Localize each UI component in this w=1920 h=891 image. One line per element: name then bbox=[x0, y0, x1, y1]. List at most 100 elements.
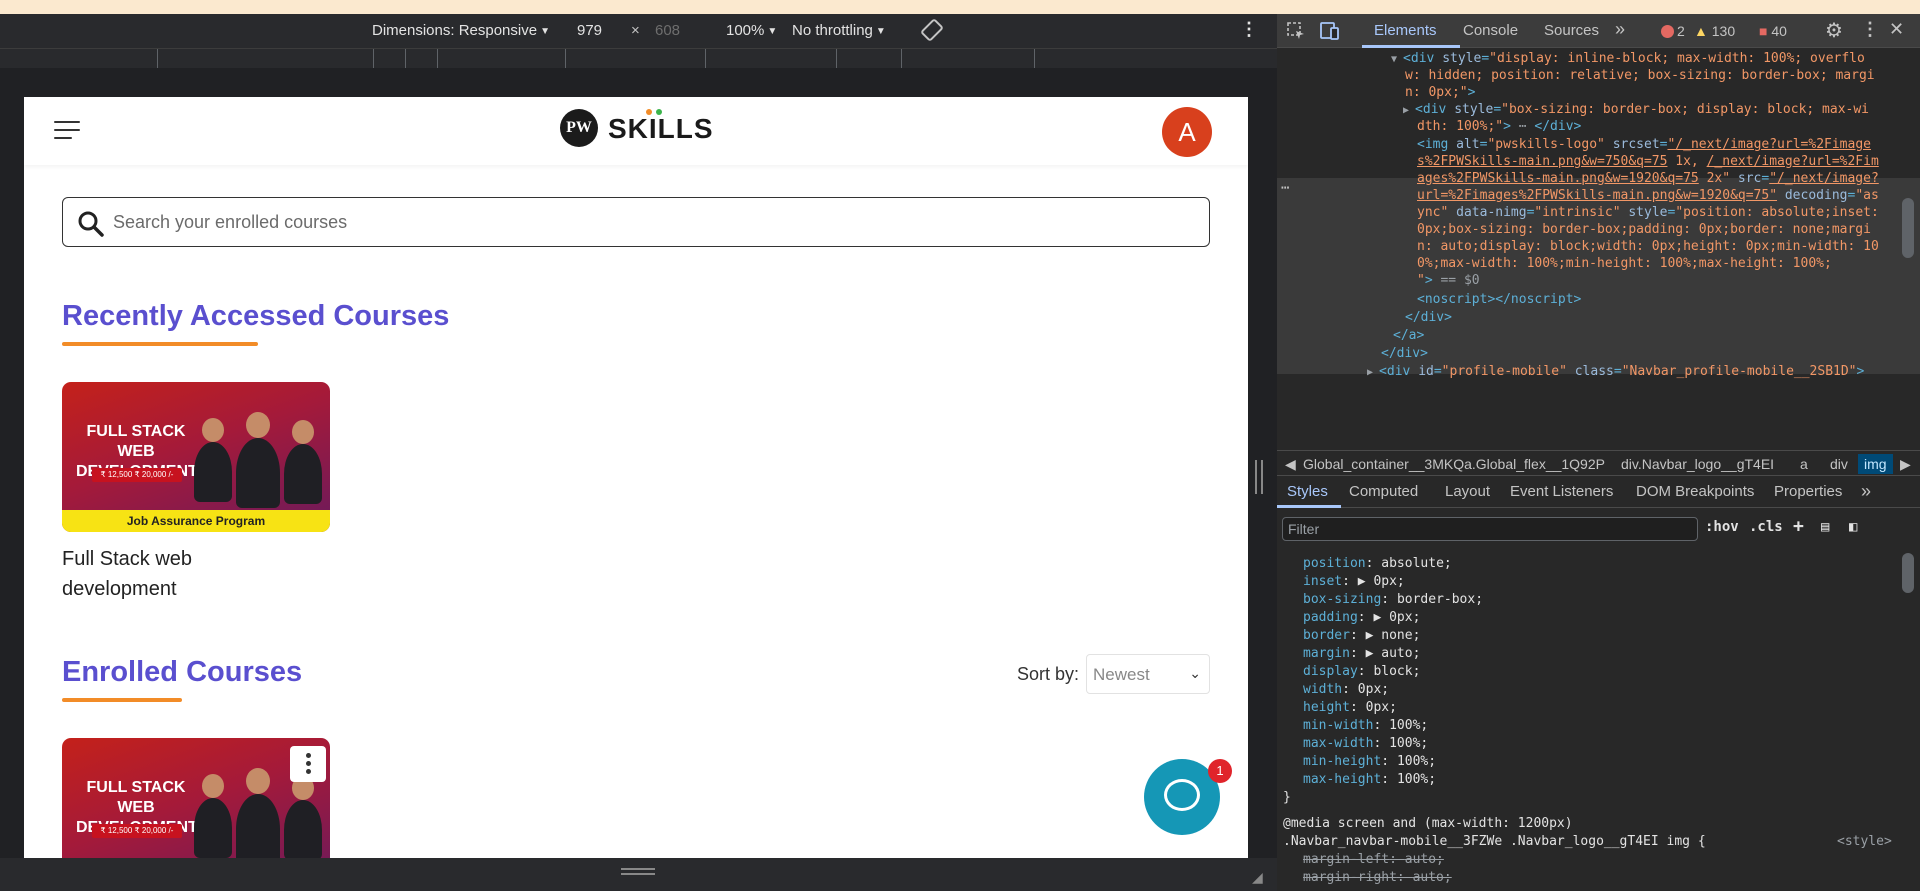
overridden-declaration[interactable]: margin-right: auto; bbox=[1303, 869, 1452, 887]
devtools-panel: Elements Console Sources » 2 ▲ 130 ■ 40 … bbox=[1277, 14, 1920, 891]
caret-down-icon: ▼ bbox=[767, 26, 778, 37]
tab-layout[interactable]: Layout bbox=[1445, 483, 1490, 500]
times-icon: × bbox=[631, 22, 640, 39]
tab-elements[interactable]: Elements bbox=[1374, 22, 1437, 39]
tab-styles[interactable]: Styles bbox=[1287, 483, 1328, 500]
breadcrumb-item[interactable]: div bbox=[1830, 456, 1848, 472]
logo-text: SKILLS bbox=[608, 113, 714, 144]
caret-down-icon: ▼ bbox=[875, 26, 886, 37]
panel-resize-handle[interactable] bbox=[1255, 460, 1263, 494]
tab-computed[interactable]: Computed bbox=[1349, 483, 1418, 500]
overridden-declaration[interactable]: margin-left: auto; bbox=[1303, 851, 1444, 869]
breadcrumb-item[interactable]: a bbox=[1800, 456, 1808, 472]
css-declaration[interactable]: position: absolute; bbox=[1303, 555, 1452, 573]
css-declaration[interactable]: width: 0px; bbox=[1303, 681, 1389, 699]
css-declaration[interactable]: box-sizing: border-box; bbox=[1303, 591, 1483, 609]
css-declaration[interactable]: min-width: 100%; bbox=[1303, 717, 1428, 735]
css-declaration[interactable]: padding: ▶ 0px; bbox=[1303, 609, 1420, 627]
more-options-icon[interactable]: ⋮ bbox=[1240, 19, 1258, 40]
rule-closing-brace: } bbox=[1283, 790, 1291, 805]
style-source-link[interactable]: <style> bbox=[1837, 833, 1892, 851]
tab-dom-breakpoints[interactable]: DOM Breakpoints bbox=[1636, 483, 1754, 500]
chat-bubble-icon bbox=[1164, 779, 1200, 811]
styles-scrollbar[interactable] bbox=[1902, 553, 1914, 593]
course-title[interactable]: Full Stack web development bbox=[62, 544, 282, 604]
node-options-icon[interactable]: ⋯ bbox=[1281, 178, 1289, 199]
dimensions-dropdown[interactable]: Dimensions: Responsive ▼ bbox=[372, 22, 550, 39]
sort-select[interactable]: Newest ⌄ bbox=[1086, 654, 1210, 694]
corner-resize-icon[interactable]: ◢ bbox=[1252, 870, 1263, 886]
course-options-icon[interactable] bbox=[290, 746, 326, 782]
css-declaration[interactable]: border: ▶ none; bbox=[1303, 627, 1420, 645]
sort-value: Newest bbox=[1093, 665, 1150, 684]
tab-properties[interactable]: Properties bbox=[1774, 483, 1842, 500]
warning-count[interactable]: ▲ 130 bbox=[1694, 23, 1735, 39]
banner-line: FULL STACK bbox=[86, 779, 186, 796]
height-input[interactable]: 608 bbox=[655, 22, 680, 39]
pwskills-logo[interactable]: PW SKILLS bbox=[560, 107, 713, 151]
more-tabs-icon[interactable]: » bbox=[1615, 19, 1625, 40]
search-placeholder: Search your enrolled courses bbox=[113, 212, 348, 232]
breadcrumb-right-arrow-icon[interactable]: ▶ bbox=[1900, 456, 1911, 473]
tab-console[interactable]: Console bbox=[1463, 22, 1518, 39]
breadcrumb-item-selected[interactable]: img bbox=[1858, 454, 1893, 474]
error-icon bbox=[1661, 25, 1674, 38]
css-declaration[interactable]: display: block; bbox=[1303, 663, 1420, 681]
devtools-tabbar: Elements Console Sources » 2 ▲ 130 ■ 40 … bbox=[1277, 14, 1920, 48]
dom-scrollbar[interactable] bbox=[1902, 198, 1914, 258]
heading-underline bbox=[62, 698, 182, 702]
styles-pane[interactable]: position: absolute; inset: ▶ 0px; box-sizi… bbox=[1277, 547, 1920, 891]
more-tabs-icon[interactable]: » bbox=[1861, 481, 1871, 502]
device-toggle-icon[interactable] bbox=[1319, 20, 1341, 42]
hamburger-menu-icon[interactable] bbox=[54, 121, 80, 141]
search-input[interactable]: Search your enrolled courses bbox=[62, 197, 1210, 247]
styles-filter-input[interactable]: Filter bbox=[1282, 517, 1698, 541]
tab-event-listeners[interactable]: Event Listeners bbox=[1510, 483, 1613, 500]
price-tag: ₹ 12,500 ₹ 20,000 /- bbox=[92, 824, 182, 838]
error-count[interactable]: 2 bbox=[1661, 23, 1685, 39]
close-devtools-icon[interactable]: ✕ bbox=[1889, 19, 1904, 40]
tab-sources[interactable]: Sources bbox=[1544, 22, 1599, 39]
collapsed-arrow-icon[interactable]: ▶ bbox=[1367, 367, 1379, 378]
dom-node-line[interactable]: ▶ <div id="profile-mobile" class="Navbar… bbox=[1367, 361, 1864, 383]
sort-label: Sort by: bbox=[1017, 664, 1080, 684]
width-input[interactable]: 979 bbox=[577, 22, 602, 39]
css-declaration[interactable]: height: 0px; bbox=[1303, 699, 1397, 717]
hov-toggle[interactable]: :hov bbox=[1705, 519, 1739, 535]
issues-count[interactable]: ■ 40 bbox=[1759, 23, 1787, 39]
issues-icon: ■ bbox=[1759, 23, 1772, 39]
dom-tree[interactable]: ⋯ ▼ <div style="display: inline-block; m… bbox=[1277, 48, 1920, 463]
sidebar-toggle-icon[interactable]: ◧ bbox=[1849, 519, 1857, 535]
css-declaration[interactable]: max-height: 100%; bbox=[1303, 771, 1436, 789]
breadcrumb: ◀ Global_container__3MKQa.Global_flex__1… bbox=[1277, 450, 1920, 476]
breadcrumb-item[interactable]: Global_container__3MKQa.Global_flex__1Q9… bbox=[1303, 456, 1605, 472]
media-rule: @media screen and (max-width: 1200px) bbox=[1283, 816, 1573, 831]
chat-widget-button[interactable]: 1 bbox=[1144, 759, 1232, 835]
course-card-thumbnail[interactable]: FULL STACKWEB DEVELOPMENT ₹ 12,500 ₹ 20,… bbox=[62, 382, 330, 532]
devtools-menu-icon[interactable]: ⋮ bbox=[1861, 19, 1879, 40]
course-card-thumbnail[interactable]: FULL STACKWEB DEVELOPMENT ₹ 12,500 ₹ 20,… bbox=[62, 738, 330, 859]
warning-icon: ▲ bbox=[1694, 23, 1712, 39]
paint-brush-icon[interactable]: ▤ bbox=[1821, 519, 1829, 535]
collapsed-arrow-icon[interactable]: ▶ bbox=[1403, 105, 1415, 116]
chat-notification-badge: 1 bbox=[1208, 759, 1232, 783]
breadcrumb-left-arrow-icon[interactable]: ◀ bbox=[1285, 456, 1296, 473]
throttling-dropdown[interactable]: No throttling ▼ bbox=[792, 22, 886, 39]
css-declaration[interactable]: min-height: 100%; bbox=[1303, 753, 1436, 771]
caret-down-icon: ▼ bbox=[540, 26, 550, 37]
css-declaration[interactable]: max-width: 100%; bbox=[1303, 735, 1428, 753]
expanded-arrow-icon[interactable]: ▼ bbox=[1391, 54, 1403, 65]
viewport-resize-bar[interactable]: ◢ bbox=[0, 858, 1277, 891]
css-declaration[interactable]: inset: ▶ 0px; bbox=[1303, 573, 1405, 591]
inspect-element-icon[interactable] bbox=[1285, 20, 1307, 42]
zoom-dropdown[interactable]: 100% ▼ bbox=[726, 22, 777, 39]
cls-toggle[interactable]: .cls bbox=[1749, 519, 1783, 535]
resize-grip-icon[interactable] bbox=[621, 868, 655, 875]
device-toolbar: Dimensions: Responsive ▼ 979 × 608 100% ▼ … bbox=[0, 14, 1277, 48]
rotate-icon[interactable] bbox=[920, 18, 944, 46]
avatar[interactable]: A bbox=[1162, 107, 1212, 157]
add-rule-icon[interactable]: + bbox=[1793, 516, 1804, 537]
settings-gear-icon[interactable]: ⚙ bbox=[1825, 18, 1843, 43]
css-declaration[interactable]: margin: ▶ auto; bbox=[1303, 645, 1420, 663]
breadcrumb-item[interactable]: div.Navbar_logo__gT4EI bbox=[1621, 456, 1774, 472]
